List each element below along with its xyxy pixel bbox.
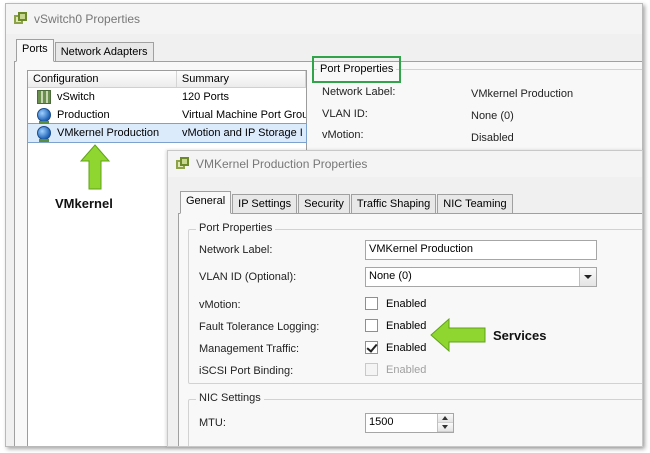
- tab-ip-settings[interactable]: IP Settings: [232, 194, 298, 214]
- vlan-id-value: None (0): [471, 110, 514, 122]
- list-row-vmkernel-production[interactable]: VMkernel Production vMotion and IP Stora…: [27, 123, 307, 143]
- iscsi-binding-checkbox-label: Enabled: [386, 363, 427, 376]
- arrow-up-icon: [80, 144, 110, 190]
- port-properties-highlight: [312, 56, 401, 83]
- row-summary: 120 Ports: [181, 91, 230, 103]
- fault-tolerance-checkbox-label: Enabled: [386, 319, 427, 332]
- list-header: Configuration Summary: [28, 71, 306, 88]
- dialog-title: VMKernel Production Properties: [196, 157, 368, 171]
- management-traffic-checkbox-row[interactable]: Enabled: [365, 341, 426, 354]
- network-label-label: Network Label:: [322, 86, 396, 98]
- network-label-input[interactable]: VMKernel Production: [365, 240, 597, 260]
- vmotion-field-label: vMotion:: [199, 299, 241, 311]
- fault-tolerance-checkbox[interactable]: [365, 319, 378, 332]
- vsphere-window-icon: [14, 12, 28, 26]
- vmkernel-annotation: VMkernel: [55, 196, 113, 211]
- chevron-down-icon[interactable]: [579, 268, 596, 286]
- row-summary: Virtual Machine Port Grou: [181, 109, 306, 121]
- main-tabs: Ports Network Adapters: [16, 39, 155, 62]
- iscsi-binding-field-label: iSCSI Port Binding:: [199, 365, 294, 377]
- management-traffic-checkbox[interactable]: [365, 341, 378, 354]
- vmotion-value: Disabled: [471, 132, 514, 144]
- globe-icon: [37, 126, 51, 142]
- dialog-tabs: General IP Settings Security Traffic Sha…: [180, 191, 514, 214]
- tab-security[interactable]: Security: [298, 194, 350, 214]
- fault-tolerance-field-label: Fault Tolerance Logging:: [199, 321, 320, 333]
- row-summary: vMotion and IP Storage I: [181, 127, 303, 139]
- globe-icon: [37, 108, 51, 124]
- iscsi-binding-checkbox-row: Enabled: [365, 363, 426, 376]
- column-header-configuration[interactable]: Configuration: [28, 71, 177, 87]
- vlan-id-label: VLAN ID:: [322, 108, 368, 120]
- mtu-field-label: MTU:: [199, 417, 226, 429]
- vlan-id-selected-value: None (0): [369, 270, 412, 282]
- spin-down-icon[interactable]: [438, 423, 453, 432]
- nic-settings-legend: NIC Settings: [196, 392, 264, 404]
- row-configuration: Production: [57, 109, 110, 121]
- vmkernel-properties-dialog: VMKernel Production Properties General I…: [167, 150, 643, 447]
- tab-network-adapters[interactable]: Network Adapters: [54, 42, 154, 62]
- list-row-vswitch[interactable]: vSwitch 120 Ports: [28, 88, 306, 106]
- vsphere-window-icon: [176, 157, 190, 171]
- vlan-id-field-label: VLAN ID (Optional):: [199, 271, 297, 283]
- management-traffic-checkbox-label: Enabled: [386, 341, 427, 354]
- tab-ports[interactable]: Ports: [16, 39, 54, 62]
- mtu-spin-buttons: [437, 414, 453, 432]
- network-label-value: VMkernel Production: [471, 88, 574, 100]
- fault-tolerance-checkbox-row[interactable]: Enabled: [365, 319, 426, 332]
- arrow-left-icon: [430, 318, 486, 352]
- row-configuration: vSwitch: [57, 91, 95, 103]
- column-header-summary[interactable]: Summary: [177, 71, 306, 87]
- management-traffic-field-label: Management Traffic:: [199, 343, 300, 355]
- dialog-title-bar: VMKernel Production Properties: [168, 151, 642, 177]
- tab-general[interactable]: General: [180, 191, 232, 214]
- dialog-port-properties-legend: Port Properties: [196, 222, 276, 234]
- vmotion-label: vMotion:: [322, 129, 364, 141]
- main-window-title: vSwitch0 Properties: [34, 12, 141, 26]
- vlan-id-select[interactable]: None (0): [365, 267, 597, 287]
- services-annotation: Services: [493, 328, 547, 343]
- tab-traffic-shaping[interactable]: Traffic Shaping: [350, 194, 437, 214]
- switch-icon: [37, 90, 51, 104]
- main-title-bar: vSwitch0 Properties: [6, 4, 642, 34]
- mtu-stepper[interactable]: 1500: [365, 413, 454, 433]
- vmotion-checkbox-label: Enabled: [386, 297, 427, 310]
- row-configuration: VMkernel Production: [57, 127, 160, 139]
- spin-up-icon[interactable]: [438, 414, 453, 423]
- network-label-field-label: Network Label:: [199, 244, 273, 256]
- vmotion-checkbox[interactable]: [365, 297, 378, 310]
- iscsi-binding-checkbox: [365, 363, 378, 376]
- mtu-value: 1500: [369, 416, 394, 428]
- tab-nic-teaming[interactable]: NIC Teaming: [437, 194, 513, 214]
- vmotion-checkbox-row[interactable]: Enabled: [365, 297, 426, 310]
- list-row-production[interactable]: Production Virtual Machine Port Grou: [28, 106, 306, 124]
